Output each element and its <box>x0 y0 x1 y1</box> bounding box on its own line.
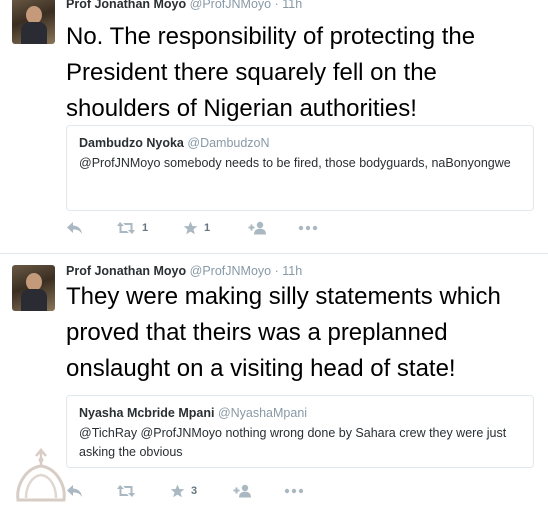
quoted-author-name: Nyasha Mcbride Mpani <box>79 406 215 420</box>
quoted-header: Nyasha Mcbride Mpani @NyashaMpani <box>79 406 521 420</box>
separator: · <box>274 264 279 278</box>
avatar[interactable] <box>12 265 55 311</box>
timestamp[interactable]: 11h <box>282 264 302 278</box>
tweet-header: Prof Jonathan Moyo @ProfJNMoyo · 11h <box>66 264 302 278</box>
star-icon <box>170 484 185 498</box>
follow-icon <box>233 484 251 498</box>
tweet-text: They were making silly statements which … <box>66 283 501 382</box>
tweet[interactable]: Prof Jonathan Moyo @ProfJNMoyo · 11h The… <box>0 0 548 516</box>
retweet-icon <box>117 485 135 497</box>
quoted-tweet[interactable]: Nyasha Mcbride Mpani @NyashaMpani @TichR… <box>66 395 534 468</box>
author-handle[interactable]: @ProfJNMoyo <box>190 264 271 278</box>
retweet-button[interactable] <box>116 484 142 498</box>
quoted-text: @TichRay @ProfJNMoyo nothing wrong done … <box>79 426 507 459</box>
more-icon <box>284 488 304 494</box>
watermark-emblem <box>16 448 66 502</box>
quoted-author-handle: @NyashaMpani <box>217 406 308 420</box>
author-name[interactable]: Prof Jonathan Moyo <box>66 264 186 278</box>
follow-button[interactable] <box>233 484 253 498</box>
favorite-button[interactable]: 3 <box>170 484 197 498</box>
favorite-count: 3 <box>191 485 198 497</box>
more-button[interactable] <box>284 487 304 495</box>
